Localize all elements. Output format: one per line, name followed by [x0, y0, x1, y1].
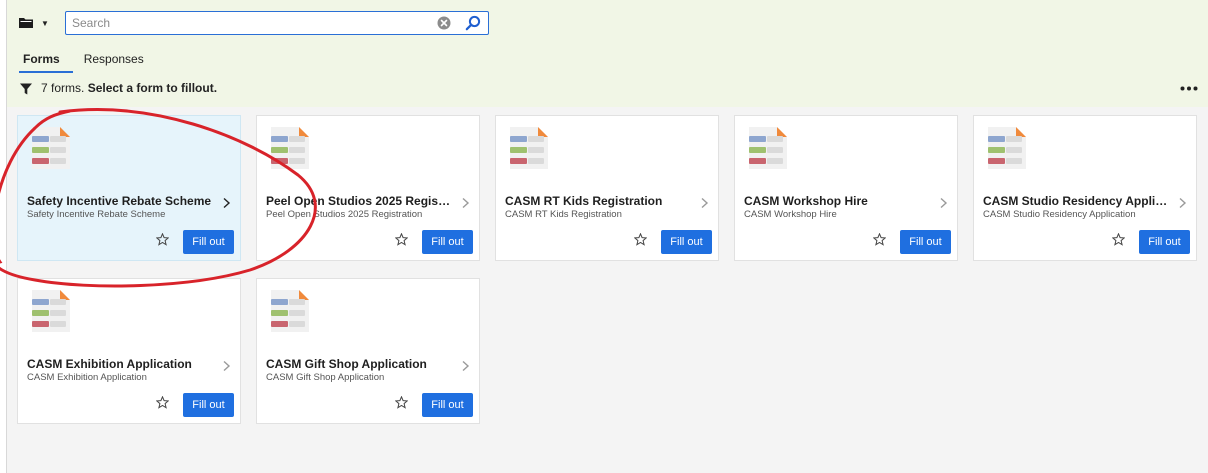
form-count-summary: 7 forms. Select a form to fillout. [41, 81, 217, 95]
form-subtitle: Peel Open Studios 2025 Registration [266, 209, 423, 220]
form-document-icon [749, 127, 787, 169]
form-card-6[interactable]: CASM Exhibition Application CASM Exhibit… [17, 278, 241, 424]
fill-out-button[interactable]: Fill out [183, 230, 234, 254]
tab-forms[interactable]: Forms [23, 52, 60, 72]
tab-bar: Forms Responses [23, 52, 144, 72]
fill-out-button[interactable]: Fill out [1139, 230, 1190, 254]
form-document-icon [32, 290, 70, 332]
favorite-star-icon[interactable] [156, 233, 169, 246]
form-title: CASM Exhibition Application [27, 357, 192, 371]
favorite-star-icon[interactable] [156, 396, 169, 409]
clear-icon[interactable] [437, 16, 451, 30]
form-card-3[interactable]: CASM RT Kids Registration CASM RT Kids R… [495, 115, 719, 261]
search-icon[interactable] [465, 15, 481, 31]
folder-dropdown-button[interactable]: ▼ [15, 12, 61, 34]
form-subtitle: CASM Studio Residency Application [983, 209, 1136, 220]
form-document-icon [988, 127, 1026, 169]
folder-icon [19, 18, 33, 28]
chevron-down-icon: ▼ [41, 18, 49, 28]
form-title: Safety Incentive Rebate Scheme [27, 194, 212, 208]
form-title: Peel Open Studios 2025 Registration [266, 194, 452, 208]
form-card-7[interactable]: CASM Gift Shop Application CASM Gift Sho… [256, 278, 480, 424]
favorite-star-icon[interactable] [395, 396, 408, 409]
chevron-right-icon[interactable] [461, 197, 470, 209]
chevron-right-icon[interactable] [939, 197, 948, 209]
filter-icon[interactable] [20, 83, 32, 95]
form-title: CASM Studio Residency Application [983, 194, 1169, 208]
form-title: CASM Gift Shop Application [266, 357, 427, 371]
form-title: CASM Workshop Hire [744, 194, 868, 208]
more-options-icon[interactable] [1180, 86, 1198, 91]
chevron-right-icon[interactable] [1178, 197, 1187, 209]
chevron-right-icon[interactable] [461, 360, 470, 372]
favorite-star-icon[interactable] [1112, 233, 1125, 246]
fill-out-button[interactable]: Fill out [661, 230, 712, 254]
favorite-star-icon[interactable] [873, 233, 886, 246]
fill-out-button[interactable]: Fill out [422, 393, 473, 417]
form-card-5[interactable]: CASM Studio Residency Application CASM S… [973, 115, 1197, 261]
form-card-2[interactable]: Peel Open Studios 2025 Registration Peel… [256, 115, 480, 261]
form-subtitle: Safety Incentive Rebate Scheme [27, 209, 166, 220]
form-subtitle: CASM Workshop Hire [744, 209, 837, 220]
active-tab-indicator [19, 71, 73, 73]
fill-out-button[interactable]: Fill out [422, 230, 473, 254]
form-card-4[interactable]: CASM Workshop Hire CASM Workshop Hire Fi… [734, 115, 958, 261]
form-title: CASM RT Kids Registration [505, 194, 663, 208]
form-document-icon [271, 290, 309, 332]
form-document-icon [510, 127, 548, 169]
favorite-star-icon[interactable] [634, 233, 647, 246]
favorite-star-icon[interactable] [395, 233, 408, 246]
summary-instruction: Select a form to fillout. [87, 81, 218, 95]
fill-out-button[interactable]: Fill out [900, 230, 951, 254]
search-box [65, 11, 489, 35]
chevron-right-icon[interactable] [700, 197, 709, 209]
form-count: 7 forms. [41, 81, 85, 95]
form-document-icon [271, 127, 309, 169]
search-input[interactable] [66, 12, 426, 34]
tab-responses[interactable]: Responses [84, 52, 144, 72]
fill-out-button[interactable]: Fill out [183, 393, 234, 417]
form-subtitle: CASM RT Kids Registration [505, 209, 622, 220]
header-panel: ▼ Forms Responses 7 forms. Select a form… [7, 0, 1208, 107]
chevron-right-icon[interactable] [222, 360, 231, 372]
form-card-1[interactable]: Safety Incentive Rebate Scheme Safety In… [17, 115, 241, 261]
form-document-icon [32, 127, 70, 169]
chevron-right-icon[interactable] [222, 197, 231, 209]
form-subtitle: CASM Exhibition Application [27, 372, 147, 383]
form-subtitle: CASM Gift Shop Application [266, 372, 385, 383]
forms-app: ▼ Forms Responses 7 forms. Select a form… [6, 0, 1208, 473]
